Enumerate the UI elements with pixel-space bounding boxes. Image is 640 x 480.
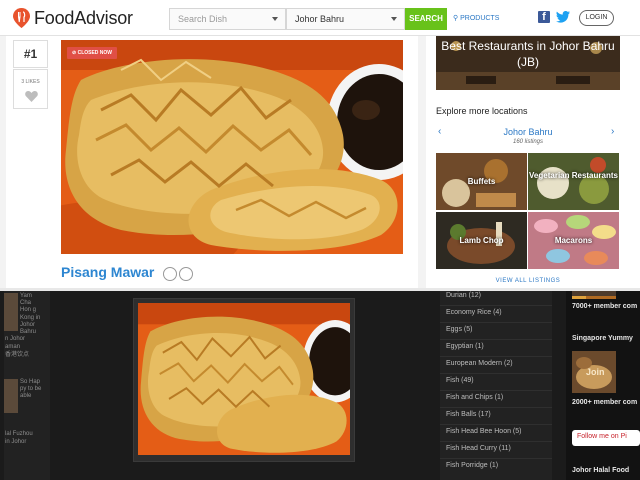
group-name[interactable]: Singapore Yummy xyxy=(572,335,633,342)
screenshot-root: FoodAdvisor Search Dish Johor Bahru SEAR… xyxy=(0,0,640,480)
products-label: PRODUCTS xyxy=(460,15,500,22)
chevron-down-icon[interactable] xyxy=(391,17,397,21)
category-item[interactable]: Durian (12) xyxy=(446,292,550,299)
feed-caption: in Johor xyxy=(5,439,27,445)
category-item[interactable]: Fish Porridge (1) xyxy=(446,462,550,469)
tile-label: Lamb Chop xyxy=(459,236,504,245)
location-pin-logo-icon xyxy=(13,8,30,28)
view-all-listings-link[interactable]: VIEW ALL LISTINGS xyxy=(436,278,620,284)
category-item[interactable]: Fish Balls (17) xyxy=(446,411,550,418)
group-thumbnail[interactable]: Join xyxy=(572,351,616,393)
banner-title: Best Restaurants in Johor Bahru (JB) xyxy=(441,39,615,69)
search-icon: ⚲ xyxy=(453,15,459,22)
like-button[interactable]: 3 LIKES xyxy=(13,69,48,109)
halal-icon xyxy=(163,267,177,281)
member-count: 7000+ member com xyxy=(572,303,638,310)
location-listings-count: 160 listings xyxy=(512,139,544,145)
category-item[interactable]: Economy Rice (4) xyxy=(446,309,550,316)
tile-vegetarian[interactable]: Vegetarian Restaurants xyxy=(528,153,619,210)
divider xyxy=(440,339,552,340)
chevron-right-icon[interactable]: › xyxy=(611,126,614,137)
category-item[interactable]: Fish (49) xyxy=(446,377,550,384)
location-select[interactable]: Johor Bahru xyxy=(286,8,405,30)
best-restaurants-banner[interactable]: Best Restaurants in Johor Bahru (JB) xyxy=(436,36,620,90)
group-thumbnail[interactable] xyxy=(572,291,616,299)
category-item[interactable]: Eggs (5) xyxy=(446,326,550,333)
location-value: Johor Bahru xyxy=(295,14,345,24)
divider xyxy=(440,441,552,442)
divider xyxy=(440,424,552,425)
likes-count: 3 LIKES xyxy=(21,79,40,85)
vegetarian-image xyxy=(528,153,619,210)
divider xyxy=(440,458,552,459)
dish-title[interactable]: Pisang Mawar xyxy=(61,264,154,280)
tile-lamb-chop[interactable]: Lamb Chop xyxy=(436,212,527,269)
closed-status-badge: ⊘ CLOSED NOW xyxy=(67,47,118,59)
tile-buffets[interactable]: Buffets xyxy=(436,153,527,210)
chevron-left-icon[interactable]: ‹ xyxy=(438,126,441,137)
feed-thumbnail[interactable] xyxy=(4,379,18,413)
feed-caption: n Johor xyxy=(5,336,26,342)
feed-caption: lal Fuzhou xyxy=(5,431,33,437)
search-placeholder: Search Dish xyxy=(178,14,228,24)
feed-caption: 香港饮点 xyxy=(5,352,30,358)
divider xyxy=(440,390,552,391)
divider xyxy=(440,356,552,357)
header-bar: FoodAdvisor Search Dish Johor Bahru SEAR… xyxy=(0,0,640,36)
location-name-link[interactable]: Johor Bahru xyxy=(470,127,586,137)
dish-photo-large[interactable] xyxy=(138,303,350,455)
group-image xyxy=(572,296,616,299)
divider xyxy=(440,305,552,306)
twitter-icon[interactable] xyxy=(556,11,570,23)
tile-macarons[interactable]: Macarons xyxy=(528,212,619,269)
feed-item-title[interactable]: So Hap py to be able xyxy=(20,379,42,401)
heart-icon xyxy=(25,91,38,102)
feed-caption: aman xyxy=(5,344,21,350)
category-item[interactable]: European Modern (2) xyxy=(446,360,550,367)
member-count: 2000+ member com xyxy=(572,399,638,406)
explore-heading: Explore more locations xyxy=(436,106,528,116)
products-link[interactable]: ⚲ PRODUCTS xyxy=(453,14,499,22)
facebook-icon[interactable]: f xyxy=(538,11,550,23)
logo-text[interactable]: FoodAdvisor xyxy=(34,8,133,29)
category-item[interactable]: Fish and Chips (1) xyxy=(446,394,550,401)
tile-label: Buffets xyxy=(467,177,496,186)
divider xyxy=(440,407,552,408)
chevron-down-icon[interactable] xyxy=(272,17,278,21)
widget-title[interactable]: Johor Halal Food xyxy=(572,467,629,474)
category-item[interactable]: Fish Head Curry (11) xyxy=(446,445,550,452)
pinterest-follow-button[interactable]: Follow me on Pi xyxy=(572,430,640,446)
search-button[interactable]: SEARCH xyxy=(405,8,447,30)
category-item[interactable]: Egyptian (1) xyxy=(446,343,550,350)
feed-item-title[interactable]: Yam Cha Hon g Kong in Johor Bahru xyxy=(20,293,42,336)
dish-search-input[interactable]: Search Dish xyxy=(169,8,286,30)
divider xyxy=(440,373,552,374)
foodadvisor-page: FoodAdvisor Search Dish Johor Bahru SEAR… xyxy=(0,0,640,288)
accessibility-icon xyxy=(179,267,193,281)
rank-badge: #1 xyxy=(13,40,48,68)
tile-label: Vegetarian Restaurants xyxy=(529,171,618,180)
dish-photo[interactable] xyxy=(61,40,403,254)
feed-thumbnail[interactable] xyxy=(4,293,18,331)
divider xyxy=(440,322,552,323)
login-button[interactable]: LOGIN xyxy=(579,10,614,26)
category-item[interactable]: Fish Head Bee Hoon (5) xyxy=(446,428,550,435)
tile-label: Macarons xyxy=(554,236,593,245)
join-label: Join xyxy=(586,367,605,377)
dark-page: Yam Cha Hon g Kong in Johor Bahru n Joho… xyxy=(0,291,640,480)
